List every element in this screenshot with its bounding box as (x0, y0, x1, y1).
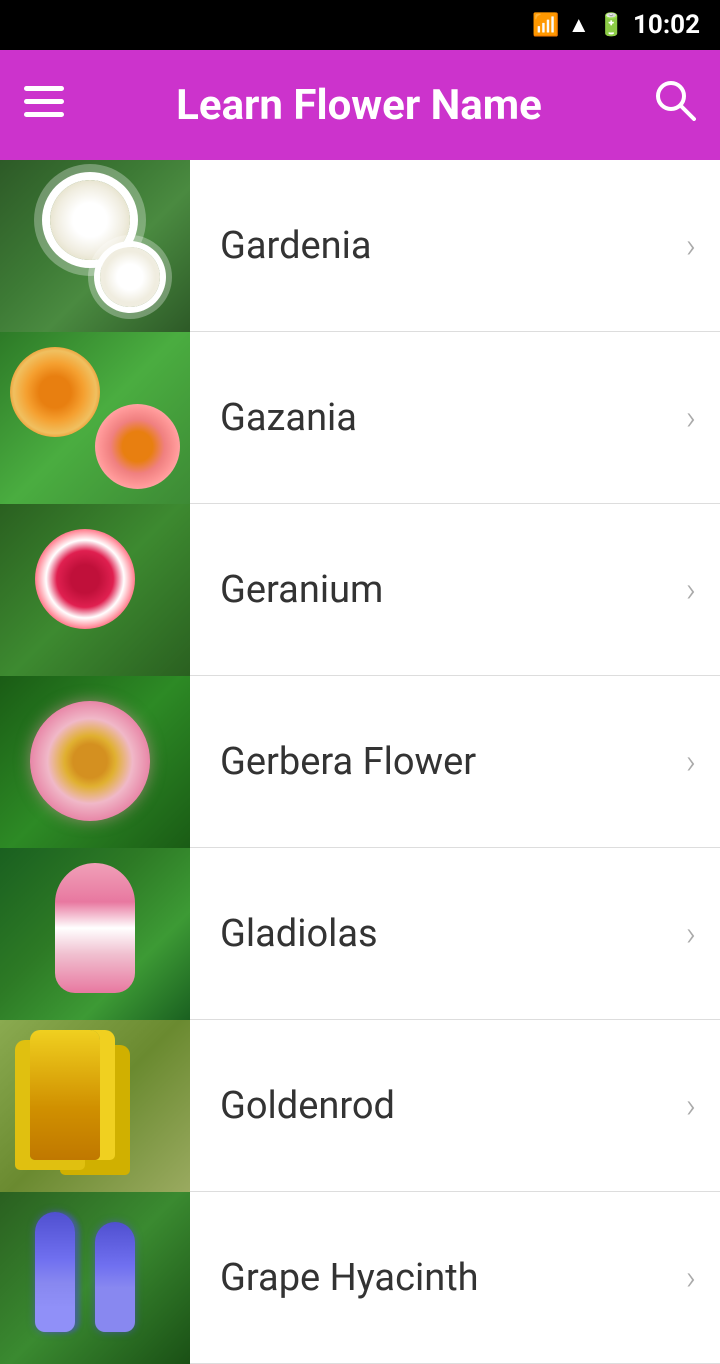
flower-name-geranium: Geranium (190, 568, 686, 612)
flower-image-gazania (0, 332, 190, 504)
wifi-icon: 📶 (532, 13, 559, 38)
flower-list: Gardenia›Gazania›Geranium›Gerbera Flower… (0, 160, 720, 1364)
flower-item-gerbera-flower[interactable]: Gerbera Flower› (0, 676, 720, 848)
flower-image-gladiolas (0, 848, 190, 1020)
signal-icon: ▲ (568, 12, 590, 38)
flower-name-grape-hyacinth: Grape Hyacinth (190, 1256, 686, 1300)
flower-img-art-gardenia (0, 160, 190, 332)
flower-name-gardenia: Gardenia (190, 224, 686, 268)
chevron-icon-gerbera-flower: › (686, 742, 720, 782)
hamburger-menu-icon[interactable] (24, 86, 64, 124)
app-title: Learn Flower Name (84, 81, 634, 130)
status-time: 10:02 (633, 10, 700, 40)
status-bar: 📶 ▲ 🔋 10:02 (0, 0, 720, 50)
chevron-icon-goldenrod: › (686, 1086, 720, 1126)
chevron-icon-geranium: › (686, 570, 720, 610)
status-icons: 📶 ▲ 🔋 10:02 (532, 10, 700, 40)
app-bar: Learn Flower Name (0, 50, 720, 160)
flower-img-art-grape-hyacinth (0, 1192, 190, 1364)
flower-name-gerbera-flower: Gerbera Flower (190, 740, 686, 784)
flower-image-goldenrod (0, 1020, 190, 1192)
flower-item-grape-hyacinth[interactable]: Grape Hyacinth› (0, 1192, 720, 1364)
chevron-icon-grape-hyacinth: › (686, 1258, 720, 1298)
flower-name-gladiolas: Gladiolas (190, 912, 686, 956)
flower-image-grape-hyacinth (0, 1192, 190, 1364)
flower-img-art-gerbera-flower (0, 676, 190, 848)
flower-img-art-gladiolas (0, 848, 190, 1020)
flower-item-gladiolas[interactable]: Gladiolas› (0, 848, 720, 1020)
flower-item-geranium[interactable]: Geranium› (0, 504, 720, 676)
flower-item-gardenia[interactable]: Gardenia› (0, 160, 720, 332)
flower-img-art-goldenrod (0, 1020, 190, 1192)
flower-item-goldenrod[interactable]: Goldenrod› (0, 1020, 720, 1192)
chevron-icon-gardenia: › (686, 226, 720, 266)
flower-img-art-gazania (0, 332, 190, 504)
flower-img-art-geranium (0, 504, 190, 676)
chevron-icon-gazania: › (686, 398, 720, 438)
flower-name-goldenrod: Goldenrod (190, 1084, 686, 1128)
flower-name-gazania: Gazania (190, 396, 686, 440)
flower-image-gardenia (0, 160, 190, 332)
flower-image-gerbera-flower (0, 676, 190, 848)
chevron-icon-gladiolas: › (686, 914, 720, 954)
flower-image-geranium (0, 504, 190, 676)
search-icon[interactable] (654, 79, 696, 131)
battery-icon: 🔋 (598, 13, 625, 38)
flower-item-gazania[interactable]: Gazania› (0, 332, 720, 504)
